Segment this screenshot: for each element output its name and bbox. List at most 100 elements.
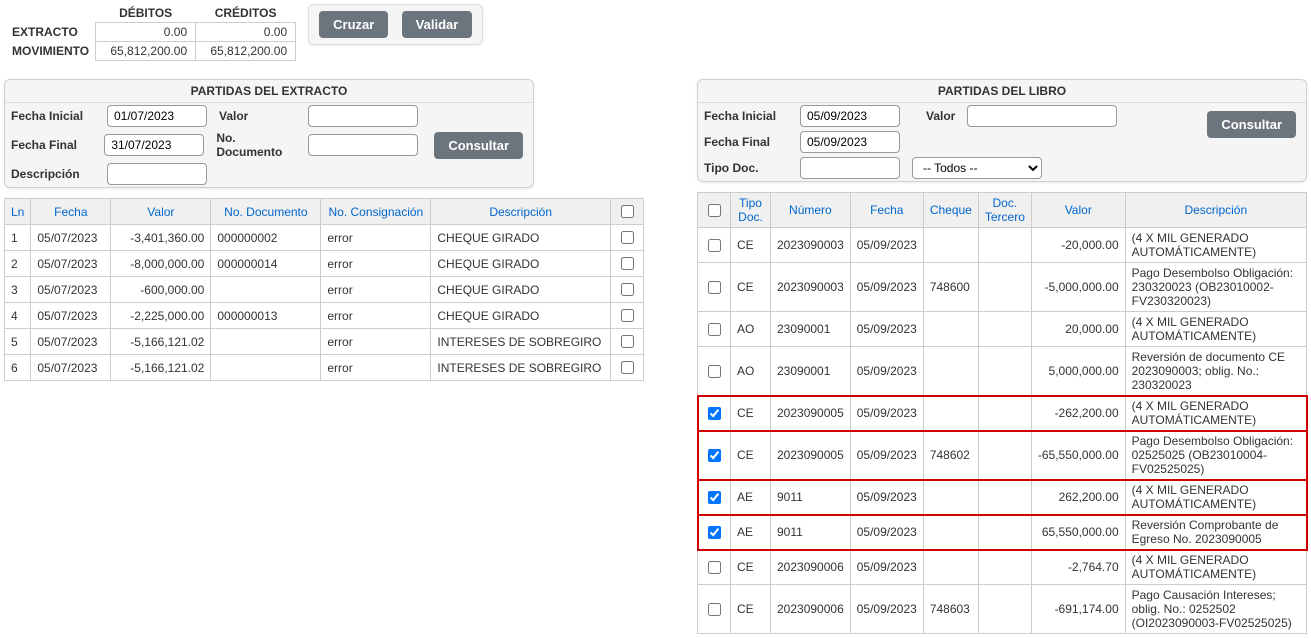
libro-tipo-doc-select[interactable]: -- Todos -- xyxy=(912,157,1042,179)
extracto-descripcion-input[interactable] xyxy=(107,163,207,185)
cell-numero: 2023090003 xyxy=(771,263,851,312)
cell-valor: -262,200.00 xyxy=(1031,396,1125,431)
row-checkbox[interactable] xyxy=(621,335,634,348)
table-row: CE202309000605/09/2023748603-691,174.00P… xyxy=(698,585,1307,634)
libro-valor-input[interactable] xyxy=(967,105,1117,127)
cell-no-doc: 000000014 xyxy=(211,251,321,277)
cell-numero: 2023090005 xyxy=(771,431,851,480)
row-checkbox[interactable] xyxy=(621,361,634,374)
cell-fecha: 05/09/2023 xyxy=(850,263,923,312)
cell-cheque xyxy=(923,480,978,515)
extracto-consultar-button[interactable]: Consultar xyxy=(434,132,523,159)
cell-tipo: CE xyxy=(731,228,771,263)
label-fecha-final: Fecha Final xyxy=(11,138,98,152)
label-libro-fecha-inicial: Fecha Inicial xyxy=(704,109,794,123)
extracto-no-documento-input[interactable] xyxy=(308,134,418,156)
col-no-documento[interactable]: No. Documento xyxy=(211,199,321,225)
label-descripcion: Descripción xyxy=(11,167,101,181)
col-doc-tercero[interactable]: Doc. Tercero xyxy=(978,193,1031,228)
row-checkbox[interactable] xyxy=(708,365,721,378)
table-row: AO2309000105/09/202320,000.00(4 X MIL GE… xyxy=(698,312,1307,347)
cell-no-doc: 000000002 xyxy=(211,225,321,251)
cell-numero: 23090001 xyxy=(771,347,851,396)
cell-cheque xyxy=(923,228,978,263)
extracto-valor-input[interactable] xyxy=(308,105,418,127)
col-fecha[interactable]: Fecha xyxy=(31,199,111,225)
col-ln[interactable]: Ln xyxy=(5,199,31,225)
col-libro-fecha[interactable]: Fecha xyxy=(850,193,923,228)
cell-tipo: CE xyxy=(731,396,771,431)
cell-fecha: 05/07/2023 xyxy=(31,355,111,381)
cell-descripcion: Reversión de documento CE 2023090003; ob… xyxy=(1125,347,1306,396)
libro-filter-box: PARTIDAS DEL LIBRO Fecha Inicial Valor F… xyxy=(697,79,1307,182)
libro-fecha-inicial-input[interactable] xyxy=(800,105,900,127)
row-checkbox[interactable] xyxy=(708,449,721,462)
row-checkbox[interactable] xyxy=(708,603,721,616)
label-valor: Valor xyxy=(219,109,248,123)
cell-fecha: 05/07/2023 xyxy=(31,329,111,355)
cell-fecha: 05/07/2023 xyxy=(31,303,111,329)
cell-doc-tercero xyxy=(978,396,1031,431)
col-libro-descripcion[interactable]: Descripción xyxy=(1125,193,1306,228)
table-row: AE901105/09/202365,550,000.00Reversión C… xyxy=(698,515,1307,550)
summary-movimiento-debitos: 65,812,200.00 xyxy=(96,42,196,61)
extracto-select-all-checkbox[interactable] xyxy=(621,205,634,218)
libro-tipo-doc-input[interactable] xyxy=(800,157,900,179)
col-cheque[interactable]: Cheque xyxy=(923,193,978,228)
label-libro-tipo-doc: Tipo Doc. xyxy=(704,161,794,175)
cell-valor: -5,166,121.02 xyxy=(111,329,211,355)
row-checkbox[interactable] xyxy=(708,526,721,539)
extracto-fecha-inicial-input[interactable] xyxy=(107,105,207,127)
row-checkbox[interactable] xyxy=(621,309,634,322)
summary-header-debitos: DÉBITOS xyxy=(96,4,196,23)
cell-tipo: AO xyxy=(731,347,771,396)
libro-fecha-final-input[interactable] xyxy=(800,131,900,153)
cell-no-cons: error xyxy=(321,303,431,329)
cell-cheque xyxy=(923,515,978,550)
cell-fecha: 05/09/2023 xyxy=(850,550,923,585)
col-libro-valor[interactable]: Valor xyxy=(1031,193,1125,228)
row-checkbox[interactable] xyxy=(621,257,634,270)
cell-descripcion: (4 X MIL GENERADO AUTOMÁTICAMENTE) xyxy=(1125,480,1306,515)
validar-button[interactable]: Validar xyxy=(402,11,473,38)
cell-doc-tercero xyxy=(978,515,1031,550)
summary-row-movimiento-label: MOVIMIENTO xyxy=(4,42,96,61)
cell-doc-tercero xyxy=(978,431,1031,480)
col-valor[interactable]: Valor xyxy=(111,199,211,225)
cell-ln: 6 xyxy=(5,355,31,381)
row-checkbox[interactable] xyxy=(708,561,721,574)
cell-no-cons: error xyxy=(321,355,431,381)
row-checkbox[interactable] xyxy=(621,283,634,296)
cell-valor: -3,401,360.00 xyxy=(111,225,211,251)
cell-cheque: 748600 xyxy=(923,263,978,312)
cell-doc-tercero xyxy=(978,228,1031,263)
top-summary-bar: DÉBITOS CRÉDITOS EXTRACTO 0.00 0.00 MOVI… xyxy=(4,4,1307,61)
cruzar-button[interactable]: Cruzar xyxy=(319,11,388,38)
cell-valor: -65,550,000.00 xyxy=(1031,431,1125,480)
row-checkbox[interactable] xyxy=(621,231,634,244)
cell-fecha: 05/07/2023 xyxy=(31,225,111,251)
cell-no-cons: error xyxy=(321,251,431,277)
extracto-fecha-final-input[interactable] xyxy=(104,134,204,156)
cell-descripcion: Reversión Comprobante de Egreso No. 2023… xyxy=(1125,515,1306,550)
cell-descripcion: (4 X MIL GENERADO AUTOMÁTICAMENTE) xyxy=(1125,550,1306,585)
row-checkbox[interactable] xyxy=(708,407,721,420)
col-no-consignacion[interactable]: No. Consignación xyxy=(321,199,431,225)
table-row: 505/07/2023-5,166,121.02errorINTERESES D… xyxy=(5,329,644,355)
row-checkbox[interactable] xyxy=(708,323,721,336)
summary-header-creditos: CRÉDITOS xyxy=(196,4,296,23)
col-tipo-doc[interactable]: Tipo Doc. xyxy=(731,193,771,228)
col-select-all[interactable] xyxy=(611,199,644,225)
col-descripcion[interactable]: Descripción xyxy=(431,199,611,225)
row-checkbox[interactable] xyxy=(708,491,721,504)
col-numero[interactable]: Número xyxy=(771,193,851,228)
cell-doc-tercero xyxy=(978,347,1031,396)
libro-select-all-checkbox[interactable] xyxy=(708,204,721,217)
table-row: 205/07/2023-8,000,000.00000000014errorCH… xyxy=(5,251,644,277)
row-checkbox[interactable] xyxy=(708,239,721,252)
libro-consultar-button[interactable]: Consultar xyxy=(1207,111,1296,138)
row-checkbox[interactable] xyxy=(708,281,721,294)
cell-valor: -20,000.00 xyxy=(1031,228,1125,263)
libro-col-select-all[interactable] xyxy=(698,193,731,228)
table-row: CE202309000605/09/2023-2,764.70(4 X MIL … xyxy=(698,550,1307,585)
